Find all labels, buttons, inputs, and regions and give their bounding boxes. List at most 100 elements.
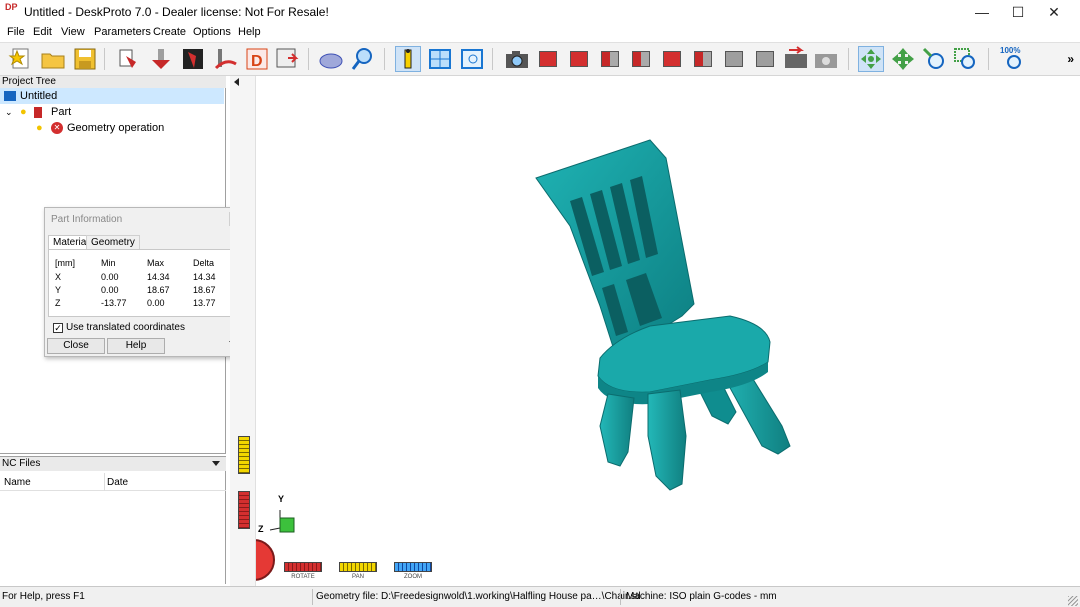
table-cell: 0.00 [147,298,165,308]
new-project-button[interactable] [8,46,34,72]
vertical-rotate-slider[interactable] [238,491,250,529]
zoom-slider[interactable] [394,562,432,572]
view-window-button[interactable] [459,46,485,72]
dealer-button[interactable]: D [244,46,270,72]
new-star-icon [8,48,29,69]
camera-undo-icon [785,46,807,68]
project-params-button[interactable] [116,46,142,72]
layout-button[interactable] [427,46,453,72]
visible-bulb-icon[interactable]: ● [20,104,27,120]
column-date[interactable]: Date [107,477,128,488]
rotate-tool-button[interactable] [858,46,884,72]
part-params-button[interactable] [148,46,174,72]
3d-viewport[interactable]: Y Z ROTATE PAN ZOOM [230,76,1080,586]
view-left-button[interactable] [659,46,685,72]
tree-item-label: Geometry operation [67,122,165,134]
chair-model[interactable] [230,76,1080,586]
simulation-icon [319,53,343,69]
tab-geometry[interactable]: Geometry [86,235,140,249]
camera-button[interactable] [504,46,530,72]
view-iso2-button[interactable] [752,46,778,72]
toolbar-separator [848,48,849,70]
open-button[interactable] [40,46,66,72]
view-back-button[interactable] [628,46,654,72]
visible-bulb-icon[interactable]: ● [36,120,43,136]
camera-redo-icon [815,54,837,68]
menu-view[interactable]: View [61,26,85,38]
table-header: Delta [193,258,215,268]
tree-item-geometry-operation[interactable]: ● ✕ Geometry operation [0,120,224,136]
app-logo-icon: DP [5,2,18,12]
menu-bar: File Edit View Parameters Create Options… [0,24,1080,42]
column-name[interactable]: Name [4,477,31,488]
cube-front-view-icon [570,51,588,67]
title-bar: DP Untitled - DeskProto 7.0 - Dealer lic… [0,0,1080,24]
table-cell: Y [55,285,62,295]
view-window-icon [461,49,483,69]
checkbox-label: Use translated coordinates [66,322,185,333]
toolbar-separator [384,48,385,70]
cube-iso-view-icon [725,51,743,67]
menu-help[interactable]: Help [238,26,261,38]
expand-chevron-icon[interactable]: ⌄ [5,104,13,120]
view-iso-button[interactable] [721,46,747,72]
nc-files-panel: NC Files Name Date [0,456,226,584]
tree-item-part[interactable]: ⌄ ● Part [0,104,224,120]
view-right-button[interactable] [597,46,623,72]
save-nc-button[interactable] [274,46,300,72]
nc-dropdown-icon[interactable] [212,461,220,466]
view-bottom-button[interactable] [690,46,716,72]
axis-y-label: Y [278,494,285,504]
magnifier-icon [351,48,372,70]
view-top-button[interactable] [535,46,561,72]
view-front-button[interactable] [566,46,592,72]
menu-edit[interactable]: Edit [33,26,52,38]
simulation-button[interactable] [318,46,344,72]
project-tree-header: Project Tree [0,76,226,88]
menu-create[interactable]: Create [153,26,186,38]
close-window-button[interactable]: ✕ [1036,0,1072,24]
zoom-window-button[interactable] [952,46,978,72]
folder-icon [41,53,65,69]
project-params-icon [119,49,136,68]
collapse-panel-arrow-icon[interactable] [234,78,239,86]
cube-bottom-view-icon [694,51,712,67]
svg-text:D: D [251,53,263,70]
vertical-pan-slider[interactable] [238,436,250,474]
cube-iso2-view-icon [756,51,774,67]
nc-files-columns: Name Date [0,473,226,491]
toolbar-overflow-button[interactable]: » [1067,52,1074,66]
toolpath-button[interactable] [212,46,238,72]
zoom-label: ZOOM [404,574,422,580]
checkbox-checked-icon[interactable]: ✓ [53,323,63,333]
tree-item-project[interactable]: Untitled [0,88,224,104]
maximize-button[interactable]: ☐ [1000,0,1036,24]
save-button[interactable] [72,46,98,72]
inspect-button[interactable] [350,46,376,72]
menu-file[interactable]: File [7,26,25,38]
column-divider[interactable] [104,473,105,491]
table-cell: -13.77 [101,298,127,308]
operation-error-icon: ✕ [51,122,63,134]
rotate-slider[interactable] [284,562,322,572]
resize-grip-icon[interactable] [1068,596,1078,606]
pan-tool-button[interactable] [890,46,916,72]
nc-files-title: NC Files [2,458,41,469]
operation-params-button[interactable] [180,46,206,72]
view-previous-button[interactable] [783,46,809,72]
zoom-in-icon [922,47,944,69]
help-button[interactable]: Help [107,338,165,354]
menu-options[interactable]: Options [193,26,231,38]
view-next-button[interactable] [813,46,839,72]
zoom-100-button[interactable]: 100% [1000,46,1028,72]
zoom-fit-icon [1007,55,1021,69]
pan-slider[interactable] [339,562,377,572]
zoom-tool-button[interactable] [921,46,947,72]
save-nc-icon [276,48,299,68]
cube-right-view-icon [601,51,619,67]
menu-parameters[interactable]: Parameters [94,26,151,38]
translated-coordinates-checkbox[interactable]: ✓ Use translated coordinates [53,322,185,333]
part-info-button[interactable] [395,46,421,72]
close-button[interactable]: Close [47,338,105,354]
minimize-button[interactable]: — [964,0,1000,24]
